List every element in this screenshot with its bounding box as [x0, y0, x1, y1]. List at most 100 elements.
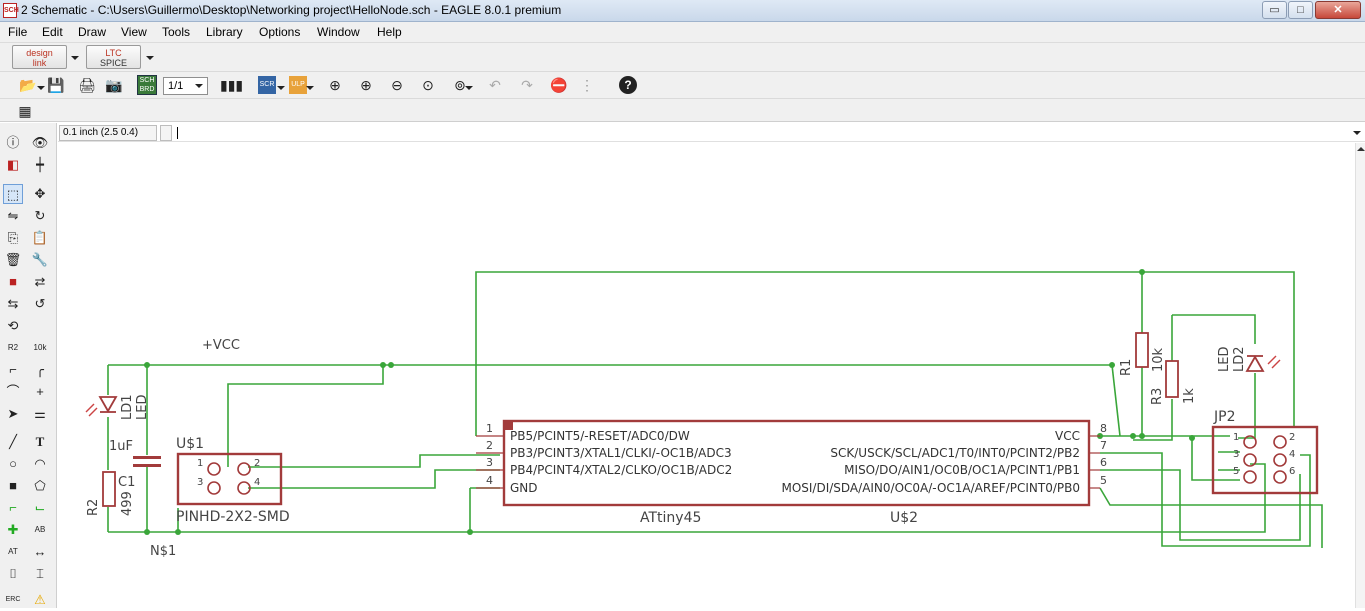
text-icon[interactable]: T [30, 432, 50, 452]
menu-help[interactable]: Help [377, 25, 402, 39]
erc-icon[interactable]: ERC [3, 590, 23, 610]
copy-icon[interactable]: ⎘ [3, 228, 23, 248]
maximize-button[interactable]: □ [1288, 1, 1313, 19]
line-icon[interactable]: ╱ [3, 432, 23, 452]
net-icon[interactable]: ⌐ [3, 498, 23, 518]
ld2-led-symbol[interactable]: LED LD2 [1217, 346, 1281, 372]
menu-window[interactable]: Window [317, 25, 360, 39]
name-icon[interactable]: R2 [3, 338, 23, 358]
stop-icon[interactable]: ⛔ [549, 75, 569, 95]
attiny45-symbol[interactable]: 1 2 3 4 8 7 6 5 PB5/PCINT5/-RESET/ADC0/D… [476, 419, 1107, 526]
show-icon[interactable]: 👁 [30, 133, 50, 153]
header-ref-label: U$1 [176, 436, 204, 452]
jp2-ref-label: JP2 [1213, 409, 1235, 425]
minimize-button[interactable]: ▭ [1262, 1, 1287, 19]
schematic-canvas[interactable]: 1 2 3 4 8 7 6 5 PB5/PCINT5/-RESET/ADC0/D… [58, 143, 1355, 608]
circle-icon[interactable]: ○ [3, 454, 23, 474]
attribute-icon[interactable]: AT [3, 542, 23, 562]
value-icon[interactable]: 10k [30, 338, 50, 358]
zoom-fit-icon[interactable]: ⊕ [325, 75, 345, 95]
sheets-icon[interactable]: ▮▮▮ [220, 75, 243, 95]
designlink-dropdown-icon[interactable] [71, 56, 79, 60]
menu-tools[interactable]: Tools [162, 25, 190, 39]
dimension-icon[interactable]: ↔ [30, 542, 50, 562]
rotate-icon[interactable]: ↻ [30, 206, 50, 226]
rectangle-icon[interactable]: ■ [3, 476, 23, 496]
vcc-label: +VCC [202, 338, 240, 353]
script-icon[interactable]: SCR [258, 76, 276, 94]
label-icon[interactable]: AB [30, 520, 50, 540]
errors-icon[interactable]: ⚠ [30, 590, 50, 610]
cam-processor-icon[interactable]: 📷 [104, 75, 124, 95]
ld1-led-symbol[interactable]: LD1 LED [85, 394, 150, 420]
designlink-button[interactable]: design link [12, 45, 67, 69]
script-dropdown-icon[interactable] [277, 86, 285, 90]
pin-swap-icon[interactable]: ⟲ [3, 316, 23, 336]
ic-pin-label: MOSI/DI/SDA/AIN0/OC0A/-OC1A/AREF/PCINT0/… [781, 481, 1080, 495]
menu-view[interactable]: View [121, 25, 147, 39]
zoom-in-icon[interactable]: ⊕ [356, 75, 376, 95]
command-history-dropdown-icon[interactable] [1353, 131, 1361, 135]
paste-icon[interactable]: 📋 [30, 228, 50, 248]
sheet-select[interactable]: 1/1 [163, 77, 208, 95]
optimize-icon[interactable]: + [30, 382, 50, 402]
ltspice-button[interactable]: LTC SPICE [86, 45, 141, 69]
menu-draw[interactable]: Draw [78, 25, 106, 39]
ltspice-dropdown-icon[interactable] [146, 56, 154, 60]
change-icon[interactable]: 🔧 [30, 250, 50, 270]
arc-icon[interactable]: ◠ [30, 454, 50, 474]
sch-brd-switch-icon[interactable]: SCH BRD [137, 75, 157, 95]
mark-icon[interactable]: ┿ [30, 155, 50, 175]
close-button[interactable]: ✕ [1315, 1, 1361, 19]
open-dropdown-icon[interactable] [37, 86, 45, 90]
gate-swap-icon[interactable]: ⇆ [3, 294, 23, 314]
move-icon[interactable]: ✥ [30, 184, 50, 204]
ld2-value-label: LED [1217, 347, 1232, 372]
smash-icon[interactable]: ⌐ [3, 360, 23, 380]
display-layers-icon[interactable]: ◧ [3, 155, 23, 175]
go-icon[interactable]: ⋮ [577, 75, 597, 95]
header-pin-number: 4 [254, 477, 260, 488]
c1-capacitor-symbol[interactable]: 1uF C1 [109, 439, 161, 490]
zoom-previous-icon[interactable]: ⊚ [450, 75, 470, 95]
c1-value-label: 1uF [109, 439, 133, 454]
print-icon[interactable]: 🖨 [77, 75, 97, 95]
info-icon[interactable]: ⓘ [3, 133, 23, 153]
frame-icon[interactable]: ⌷ [3, 564, 23, 584]
zoom-select-icon[interactable]: ⊙ [418, 75, 438, 95]
zoom-dropdown-icon[interactable] [465, 86, 473, 90]
align-icon[interactable]: ⚌ [30, 404, 50, 424]
scroll-up-icon[interactable] [1357, 147, 1365, 151]
add-part-icon[interactable]: ■ [3, 272, 23, 292]
invoke-icon[interactable]: ↺ [30, 294, 50, 314]
mirror-icon[interactable]: ⇋ [3, 206, 23, 226]
redo-icon[interactable]: ↷ [517, 75, 537, 95]
menu-library[interactable]: Library [206, 25, 243, 39]
ulp-icon[interactable]: ULP [289, 76, 307, 94]
command-line-input[interactable] [175, 125, 1355, 141]
ulp-dropdown-icon[interactable] [306, 86, 314, 90]
open-icon[interactable]: 📂 [18, 75, 38, 95]
save-icon[interactable]: 💾 [46, 75, 66, 95]
bus-icon[interactable]: ⌙ [30, 498, 50, 518]
ic-pin-number: 6 [1100, 456, 1107, 469]
split-icon[interactable]: ⌒ [3, 382, 23, 402]
junction-icon[interactable]: ✚ [3, 520, 23, 540]
select-icon[interactable]: ⬚ [3, 184, 23, 204]
header-u1-symbol[interactable]: 1 2 3 4 U$1 PINHD-2X2-SMD [176, 436, 290, 525]
grid-icon[interactable]: ▦ [15, 101, 35, 121]
r3-ref-label: R3 [1150, 388, 1165, 405]
undo-icon[interactable]: ↶ [485, 75, 505, 95]
menu-edit[interactable]: Edit [42, 25, 63, 39]
arrow-icon[interactable]: ➤ [3, 404, 23, 424]
vertical-scrollbar[interactable] [1355, 143, 1365, 608]
help-icon[interactable]: ? [619, 76, 637, 94]
modules-icon[interactable]: ⌶ [30, 564, 50, 584]
polygon-icon[interactable]: ⬠ [30, 476, 50, 496]
menu-options[interactable]: Options [259, 25, 300, 39]
miter-icon[interactable]: ╭ [30, 360, 50, 380]
delete-icon[interactable]: 🗑 [3, 250, 23, 270]
replace-icon[interactable]: ⇄ [30, 272, 50, 292]
menu-file[interactable]: File [8, 25, 27, 39]
zoom-out-icon[interactable]: ⊖ [387, 75, 407, 95]
